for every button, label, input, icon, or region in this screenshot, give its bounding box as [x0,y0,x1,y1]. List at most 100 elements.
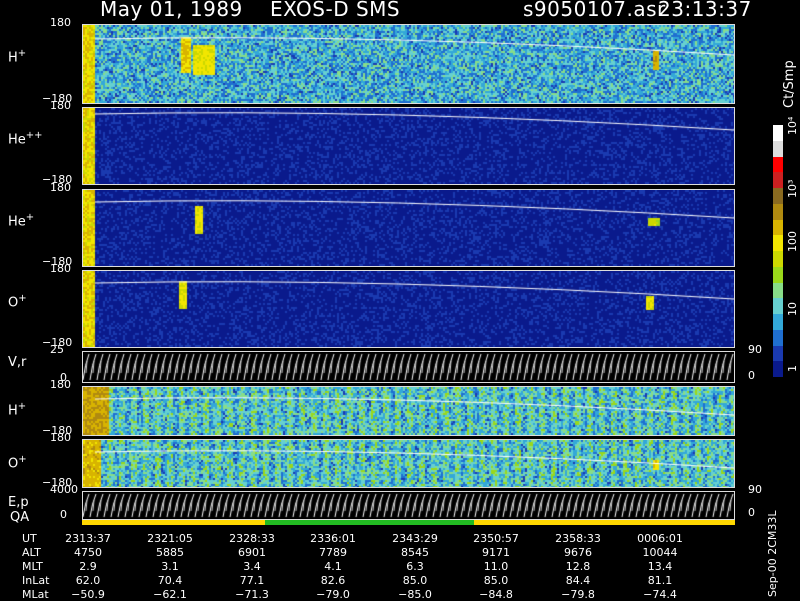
tick-top: 180 [50,99,71,112]
title-instrument: EXOS-D SMS [270,0,401,21]
panel-label: V,r [8,355,27,370]
orbit-cell: 7789 [319,546,347,559]
orbit-cell: 2328:33 [229,532,275,545]
orbit-cell: 77.1 [239,574,265,587]
panel-label: H+ [8,401,27,419]
colorbar-swatch [773,125,783,141]
colorbar-swatch [773,219,783,236]
colorbar-tick: 10 [786,302,799,316]
qa-strip [82,520,735,525]
panel-label: H+ [8,48,27,66]
panel-3 [82,189,735,267]
orbit-cell: −79.0 [316,588,350,601]
orbit-cell: 6.3 [406,560,424,573]
panel-label: He+ [8,212,35,230]
colorbar-tick: 100 [786,231,799,252]
orbit-cell: 11.0 [483,560,509,573]
orbit-cell: −50.9 [71,588,105,601]
orbit-cell: 8545 [401,546,429,559]
qa-label: QA [10,510,30,525]
colorbar-swatch [773,251,783,267]
orbit-cell: 6901 [238,546,266,559]
orbit-cell: 85.0 [483,574,509,587]
orbit-cell: 2313:37 [65,532,111,545]
panel-label: E,p [8,495,29,510]
orbit-cell: 4750 [74,546,102,559]
tick-top: 25 [50,343,64,356]
panel-5 [82,351,735,383]
orbit-cell: 70.4 [157,574,183,587]
orbit-cell: 2358:33 [555,532,601,545]
orbit-cell: 84.4 [565,574,591,587]
colorbar-swatch [773,329,783,346]
file-time: 23:13:37 [658,0,752,21]
colorbar-swatch [773,235,783,251]
colorbar-swatch [773,345,783,362]
right-tick: 90 [748,483,762,496]
colorbar-swatch [773,156,783,173]
colorbar-swatch [773,172,783,188]
orbit-cell: 82.6 [320,574,346,587]
orbit-row-label: MLat [22,588,49,601]
colorbar-swatch [773,314,783,330]
colorbar-tick: 10³ [786,179,799,198]
orbit-row-label: MLT [22,560,43,573]
panel-label: O+ [8,453,27,472]
panel-7 [82,439,735,488]
colorbar-tick: 10⁴ [786,116,799,135]
colorbar-swatch [773,298,783,314]
orbit-cell: 3.1 [161,560,179,573]
right-tick: 90 [748,343,762,356]
orbit-cell: 0006:01 [637,532,683,545]
orbit-cell: −71.3 [235,588,269,601]
orbit-cell: 2336:01 [310,532,356,545]
colorbar [773,125,783,377]
panel-6 [82,386,735,436]
tick-top: 180 [50,262,71,275]
right-tick: 0 [748,506,755,519]
tick-top: 180 [50,16,71,29]
panel-2 [82,107,735,185]
orbit-cell: 13.4 [647,560,673,573]
tick-top: 4000 [50,483,78,496]
colorbar-swatch [773,282,783,299]
colorbar-unit: Ct/Smp [782,60,797,108]
title-date: May 01, 1989 [100,0,243,21]
orbit-cell: 2321:05 [147,532,193,545]
orbit-cell: 2350:57 [473,532,519,545]
tick-top: 180 [50,181,71,194]
orbit-cell: 9171 [482,546,510,559]
colorbar-swatch [773,188,783,204]
orbit-cell: 10044 [642,546,678,559]
colorbar-swatch [773,140,783,157]
orbit-cell: 62.0 [75,574,101,587]
colorbar-swatch [773,266,783,283]
orbit-row-label: InLat [22,574,50,587]
orbit-cell: 5885 [156,546,184,559]
right-tick: 0 [748,369,755,382]
orbit-cell: −74.4 [643,588,677,601]
orbit-cell: 4.1 [324,560,342,573]
colorbar-tick: 1 [786,365,799,372]
tick-top: 180 [50,378,71,391]
orbit-cell: 3.4 [243,560,261,573]
panel-8 [82,491,735,520]
orbit-row-label: ALT [22,546,41,559]
file-name: s9050107.asr [523,0,666,21]
panel-1 [82,24,735,104]
panel-4 [82,270,735,348]
orbit-cell: 9676 [564,546,592,559]
colorbar-swatch [773,361,783,377]
orbit-cell: 2343:29 [392,532,438,545]
footer-id: Sep-00 2CM33L [766,510,779,598]
orbit-cell: −79.8 [561,588,595,601]
orbit-cell: 12.8 [565,560,591,573]
orbit-cell: 85.0 [402,574,428,587]
colorbar-swatch [773,203,783,220]
panel-label: He++ [8,130,43,148]
orbit-cell: −84.8 [479,588,513,601]
orbit-cell: −85.0 [398,588,432,601]
tick-top: 180 [50,431,71,444]
orbit-row-label: UT [22,532,37,545]
orbit-cell: 2.9 [79,560,97,573]
